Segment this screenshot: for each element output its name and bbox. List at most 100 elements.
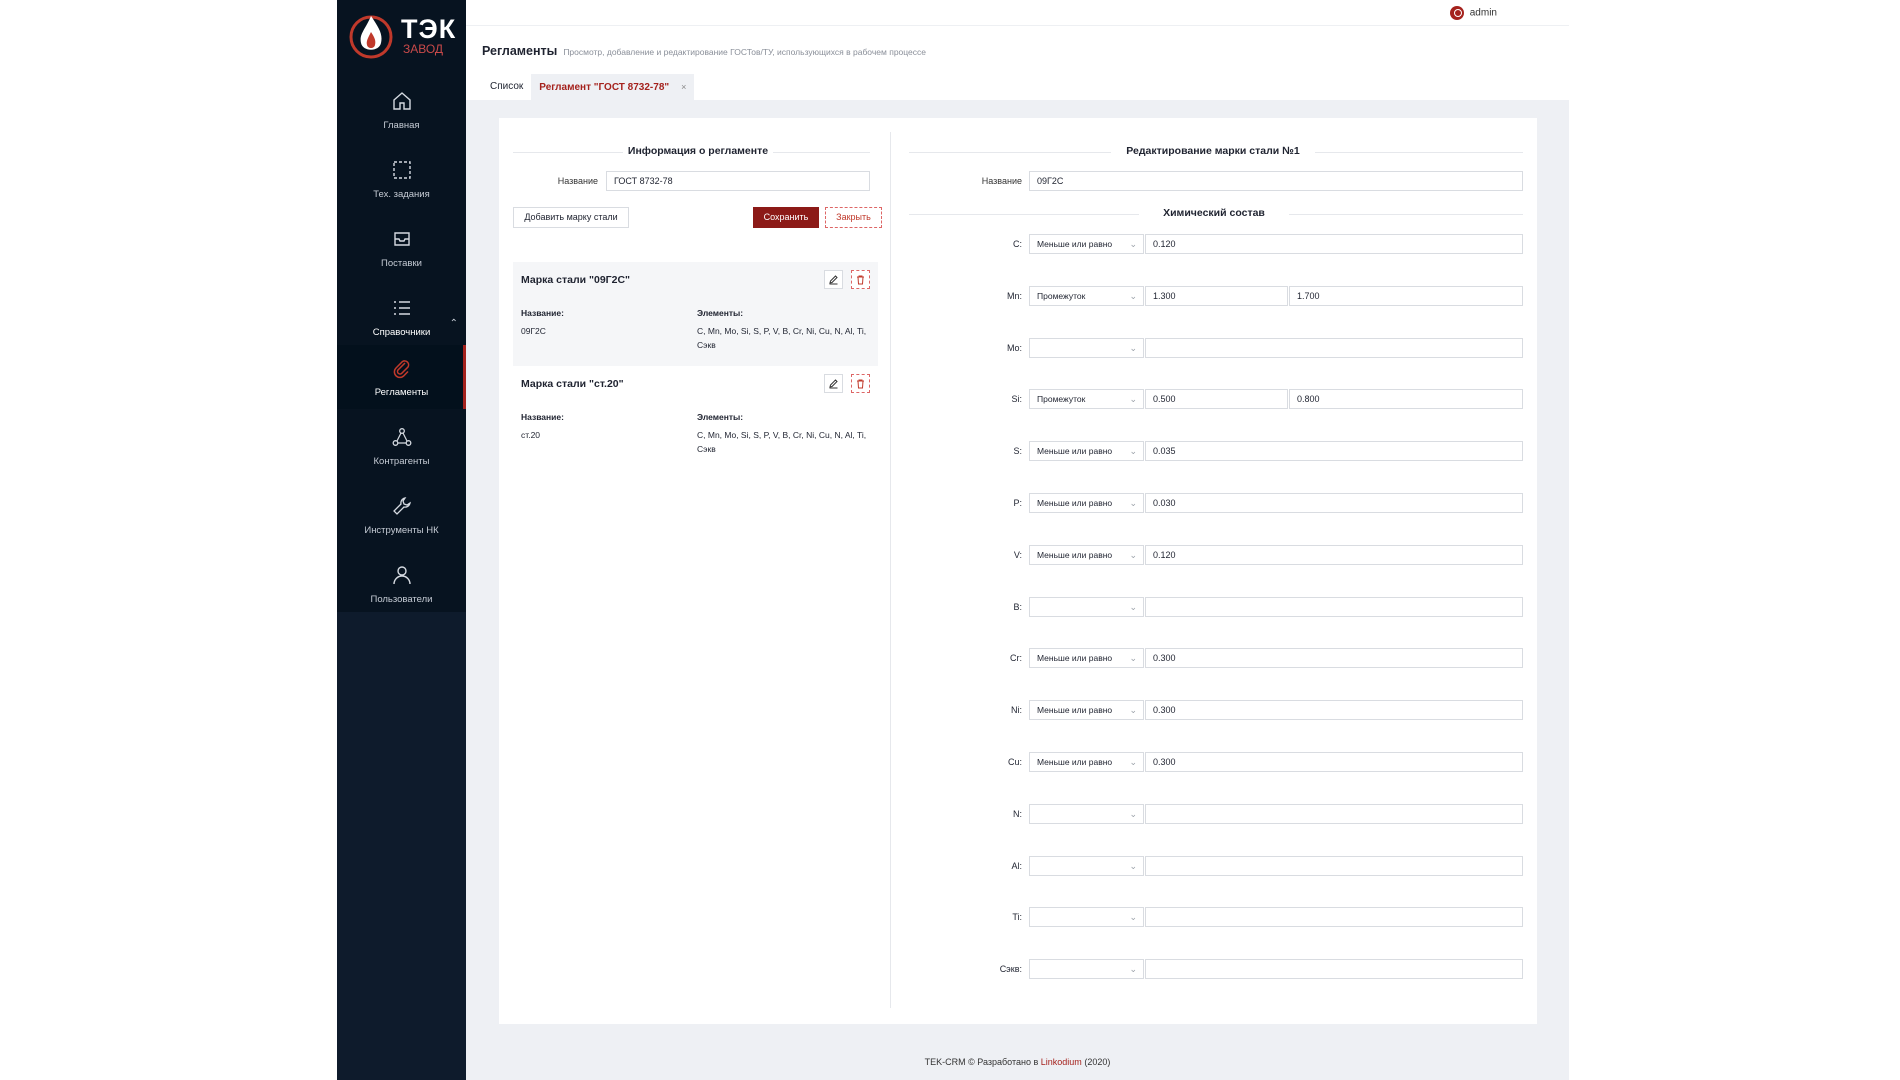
condition-select[interactable]: Меньше или равно ⌄ [1029,700,1144,720]
value-input[interactable] [1145,597,1523,617]
sidebar-item-label: Пользователи [370,594,433,605]
grade-name-input[interactable]: 09Г2С [1029,171,1523,191]
chevron-up-icon[interactable]: ⌃ [450,318,458,329]
logo-subtext: ЗАВОД [403,42,444,56]
condition-select[interactable]: Меньше или равно ⌄ [1029,441,1144,461]
tab-label: Регламент "ГОСТ 8732-78" [539,82,670,93]
page-header: Регламенты Просмотр, добавление и редакти… [482,42,926,60]
name-label: Название [557,176,598,186]
edit-grade-title: Редактирование марки стали №1 [1111,145,1315,157]
divider [1289,214,1523,215]
value-input[interactable] [1145,804,1523,824]
sidebar-item-ndt-tools[interactable]: Инструменты НК [337,495,466,563]
selection-icon [392,161,411,179]
footer-year: (2020) [1084,1057,1111,1067]
grade-name: 09Г2С [521,326,546,336]
element-label: Сэкв: [999,964,1022,974]
element-label: Cr: [1010,653,1022,663]
regulation-card: Информация о регламенте Название ГОСТ 87… [499,118,1537,1024]
value-input[interactable] [1145,959,1523,979]
chevron-down-icon: ⌄ [1129,809,1137,819]
grade-elements-head: Элементы: [697,308,744,318]
value-input[interactable]: 0.030 [1145,493,1523,513]
username: admin [1469,7,1497,19]
condition-select[interactable]: Меньше или равно ⌄ [1029,234,1144,254]
chem-row: N: ⌄ [909,804,1523,824]
save-button[interactable]: Сохранить [753,207,819,228]
chem-row: Cr: Меньше или равно ⌄ 0.300 [909,648,1523,668]
user-menu[interactable]: admin [1449,6,1497,20]
condition-select[interactable]: Меньше или равно ⌄ [1029,545,1144,565]
chem-row: Al: ⌄ [909,856,1523,876]
value-input[interactable]: 0.035 [1145,441,1523,461]
min-value-input[interactable]: 1.300 [1145,286,1288,306]
sidebar-item-users[interactable]: Пользователи [337,564,466,632]
max-value-input[interactable]: 1.700 [1289,286,1523,306]
element-label: B: [1013,602,1022,612]
delete-button[interactable] [851,270,870,289]
value-input[interactable]: 0.300 [1145,700,1523,720]
divider [513,152,623,153]
condition-select[interactable]: ⌄ [1029,338,1144,358]
chevron-down-icon: ⌄ [1129,550,1137,560]
steel-grade-card: Марка стали "09Г2С" Название: 09Г2С Элем… [513,262,878,366]
condition-value: Меньше или равно [1037,550,1113,560]
tab-bar: Список Регламент "ГОСТ 8732-78" × [482,74,695,100]
condition-value: Меньше или равно [1037,239,1113,249]
network-icon [392,428,411,446]
close-tab-icon[interactable]: × [681,82,686,92]
value-input[interactable]: 0.120 [1145,545,1523,565]
logo[interactable]: ТЭК ЗАВОД [349,10,455,62]
condition-select[interactable]: ⌄ [1029,597,1144,617]
value-input[interactable] [1145,856,1523,876]
inbox-icon [393,232,410,246]
condition-select[interactable]: ⌄ [1029,856,1144,876]
value-input[interactable]: 0.120 [1145,234,1523,254]
app-frame: ТЭК ЗАВОД Главная Тех. задания Поставки … [337,0,1569,1080]
condition-select[interactable]: Меньше или равно ⌄ [1029,648,1144,668]
add-steel-grade-button[interactable]: Добавить марку стали [513,207,629,228]
regulation-info-title: Информация о регламенте [623,145,773,157]
close-button[interactable]: Закрыть [825,207,882,228]
condition-select[interactable]: Промежуток ⌄ [1029,389,1144,409]
value-input[interactable] [1145,338,1523,358]
sidebar-item-label: Главная [383,120,420,131]
footer-link[interactable]: Linkodium [1041,1057,1082,1067]
divider [1315,152,1523,153]
condition-value: Промежуток [1037,394,1086,404]
value-input[interactable]: 0.300 [1145,752,1523,772]
sidebar-item-home[interactable]: Главная [337,90,466,158]
grade-elements-head: Элементы: [697,412,744,422]
min-value-input[interactable]: 0.500 [1145,389,1288,409]
sidebar-item-contractors[interactable]: Контрагенты [337,426,466,494]
divider [909,152,1111,153]
edit-button[interactable] [824,270,843,289]
element-label: Ti: [1012,912,1022,922]
sidebar-item-label: Поставки [381,258,422,269]
sidebar-item-tech-tasks[interactable]: Тех. задания [337,159,466,227]
element-label: N: [1013,809,1022,819]
tab-list[interactable]: Список [482,74,531,100]
value-input[interactable] [1145,907,1523,927]
condition-select[interactable]: Меньше или равно ⌄ [1029,752,1144,772]
condition-select[interactable]: Меньше или равно ⌄ [1029,493,1144,513]
condition-select[interactable]: ⌄ [1029,804,1144,824]
page-subtitle: Просмотр, добавление и редактирование ГО… [563,47,926,57]
condition-select[interactable]: ⌄ [1029,959,1144,979]
chevron-down-icon: ⌄ [1129,291,1137,301]
sidebar-item-regulations[interactable]: Регламенты [337,345,466,409]
regulation-name-input[interactable]: ГОСТ 8732-78 [606,171,870,191]
condition-select[interactable]: ⌄ [1029,907,1144,927]
edit-button[interactable] [824,374,843,393]
max-value-input[interactable]: 0.800 [1289,389,1523,409]
wrench-icon [392,497,411,515]
home-icon [392,92,411,110]
value-input[interactable]: 0.300 [1145,648,1523,668]
tab-regulation[interactable]: Регламент "ГОСТ 8732-78" × [531,74,695,100]
page-title: Регламенты [482,44,558,58]
sidebar-item-deliveries[interactable]: Поставки [337,228,466,296]
footer: TEK-CRM © Разработано в Linkodium (2020) [466,1057,1569,1067]
condition-select[interactable]: Промежуток ⌄ [1029,286,1144,306]
delete-button[interactable] [851,374,870,393]
element-label: Cu: [1007,757,1022,767]
